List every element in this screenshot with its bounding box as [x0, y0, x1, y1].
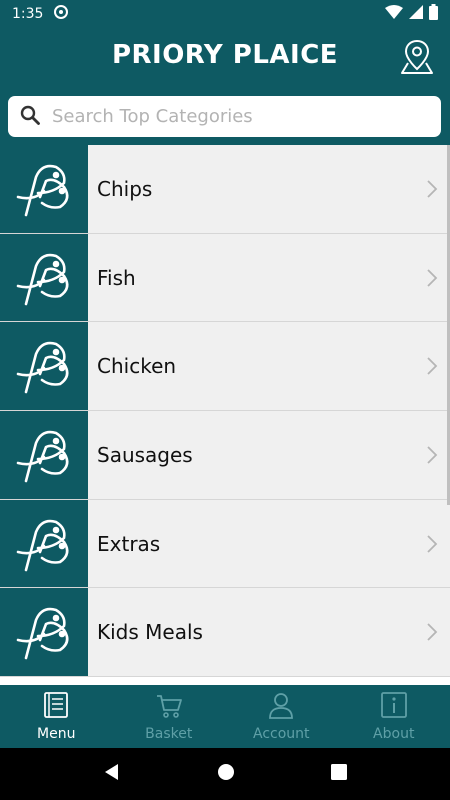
- info-icon: [380, 691, 408, 723]
- fish-logo-icon: [0, 588, 88, 677]
- menu-book-icon: [42, 691, 70, 723]
- app-title: PRIORY PLAICE: [111, 40, 339, 70]
- battery-icon: [429, 4, 438, 24]
- search-bar[interactable]: [8, 96, 441, 137]
- app-header: PRIORY PLAICE: [0, 28, 450, 90]
- chevron-right-icon: [414, 145, 450, 233]
- category-row-chicken[interactable]: Chicken: [0, 322, 450, 412]
- wifi-icon: [385, 5, 403, 23]
- fish-logo-icon: [0, 322, 88, 411]
- cart-icon: [155, 691, 183, 723]
- map-pin-icon[interactable]: [398, 38, 436, 76]
- category-list: Chips Fish Chicken Sausages Extras Kids …: [0, 145, 450, 685]
- nav-label: Basket: [145, 726, 193, 742]
- category-row-fish[interactable]: Fish: [0, 233, 450, 323]
- category-label: Fish: [97, 265, 136, 290]
- user-icon: [267, 691, 295, 723]
- signal-icon: [409, 5, 423, 23]
- fish-logo-icon: [0, 411, 88, 499]
- category-label: Sausages: [97, 442, 193, 467]
- category-row-extras[interactable]: Extras: [0, 499, 450, 589]
- chevron-right-icon: [414, 322, 450, 410]
- category-row-sausages[interactable]: Sausages: [0, 411, 450, 500]
- nav-label: Account: [252, 726, 310, 742]
- system-nav-bar: [0, 748, 450, 800]
- status-bar: 1:35: [0, 0, 450, 28]
- chevron-right-icon: [414, 411, 450, 499]
- nav-label: Menu: [37, 726, 76, 742]
- category-row-chips[interactable]: Chips: [0, 145, 450, 234]
- nav-account[interactable]: Account: [225, 685, 338, 748]
- category-row-kids-meals[interactable]: Kids Meals: [0, 588, 450, 678]
- status-time: 1:35: [12, 6, 44, 22]
- category-label: Chicken: [97, 354, 177, 379]
- recents-icon[interactable]: [331, 764, 347, 784]
- fish-logo-icon: [0, 145, 88, 233]
- notification-icon: [53, 4, 69, 24]
- nav-about[interactable]: About: [338, 685, 450, 748]
- chevron-right-icon: [414, 588, 450, 676]
- nav-label: About: [373, 726, 415, 742]
- search-icon: [20, 105, 40, 129]
- category-label: Kids Meals: [97, 620, 203, 645]
- chevron-right-icon: [414, 500, 450, 588]
- nav-menu[interactable]: Menu: [0, 685, 113, 748]
- search-input[interactable]: [52, 106, 412, 127]
- fish-logo-icon: [0, 233, 88, 322]
- category-label: Chips: [97, 176, 153, 201]
- home-icon[interactable]: [217, 763, 235, 785]
- category-label: Extras: [97, 531, 161, 556]
- fish-logo-icon: [0, 499, 88, 588]
- chevron-right-icon: [414, 234, 450, 322]
- back-icon[interactable]: [103, 763, 121, 785]
- nav-basket[interactable]: Basket: [113, 685, 226, 748]
- bottom-nav: Menu Basket Account About: [0, 685, 450, 748]
